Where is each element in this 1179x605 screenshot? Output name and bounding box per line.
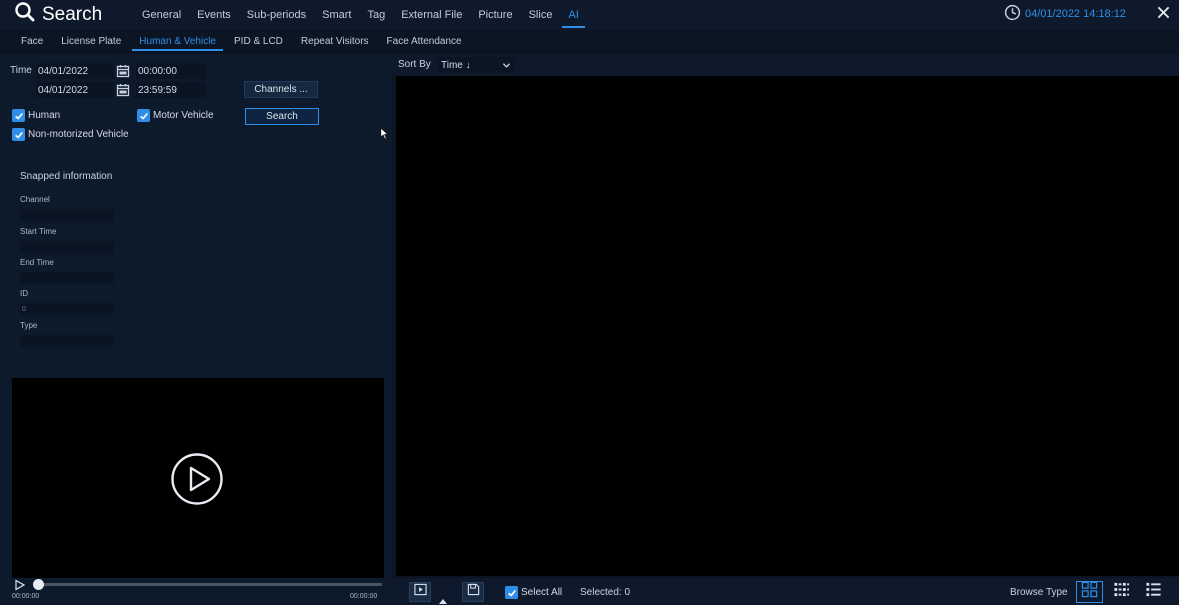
non-motorized-label: Non-motorized Vehicle: [28, 129, 129, 140]
video-play-icon: [413, 583, 427, 601]
backup-button[interactable]: [462, 582, 484, 602]
end-calendar-icon[interactable]: [116, 83, 130, 97]
browse-detail-button[interactable]: [1109, 581, 1133, 603]
snapped-info-title: Snapped information: [20, 171, 113, 182]
tab-ai[interactable]: AI: [560, 0, 586, 30]
playback-end-time: 00:00:00: [350, 593, 378, 600]
tab-sub-periods[interactable]: Sub-periods: [239, 0, 314, 30]
subtab-face[interactable]: Face: [12, 31, 52, 51]
select-all-label: Select All: [521, 587, 563, 598]
top-bar: Search General Events Sub-periods Smart …: [0, 0, 1179, 30]
end-time-label: End Time: [20, 258, 54, 267]
browse-list-button[interactable]: [1141, 581, 1165, 603]
playback-start-time: 00:00:00: [12, 593, 40, 600]
menu-triangle-icon[interactable]: [439, 591, 447, 605]
checkmark-icon: [12, 128, 25, 141]
tab-smart[interactable]: Smart: [314, 0, 359, 30]
video-preview[interactable]: [12, 378, 384, 578]
browse-type-label: Browse Type: [1010, 587, 1068, 598]
results-area: [396, 76, 1179, 576]
list-view-icon: [1145, 581, 1162, 603]
end-time-field[interactable]: 23:59:59: [136, 82, 206, 98]
clock-icon: [1004, 4, 1021, 24]
start-time-value: [20, 241, 114, 253]
tab-slice[interactable]: Slice: [521, 0, 561, 30]
close-icon: [1157, 6, 1170, 24]
id-label: ID: [20, 289, 28, 298]
playback-button[interactable]: [409, 582, 431, 602]
bottom-toolbar: Select All Selected: 0 Browse Type: [392, 578, 1179, 605]
play-circle-icon[interactable]: [170, 452, 224, 506]
motor-vehicle-label: Motor Vehicle: [153, 110, 214, 121]
end-date-field[interactable]: 04/01/2022: [36, 82, 114, 98]
tab-external-file[interactable]: External File: [393, 0, 470, 30]
close-button[interactable]: [1154, 6, 1172, 24]
grid-view-icon: [1081, 581, 1098, 603]
detail-view-icon: [1113, 581, 1130, 603]
channels-button[interactable]: Channels ...: [244, 81, 318, 98]
sub-tabs: Face License Plate Human & Vehicle PID &…: [0, 30, 1179, 52]
checkmark-icon: [12, 109, 25, 122]
clock-datetime: 04/01/2022 14:18:12: [1025, 8, 1126, 20]
tab-general[interactable]: General: [134, 0, 189, 30]
start-time-label: Start Time: [20, 227, 57, 236]
app-title-text: Search: [42, 4, 103, 25]
sort-select[interactable]: Time ↓: [437, 57, 515, 73]
play-icon[interactable]: [14, 578, 26, 591]
start-time-field[interactable]: 00:00:00: [136, 63, 206, 79]
browse-grid-button[interactable]: [1076, 581, 1103, 603]
checkmark-icon: [505, 586, 518, 599]
timeline-knob[interactable]: [33, 579, 44, 590]
human-checkbox[interactable]: Human: [12, 109, 60, 122]
human-label: Human: [28, 110, 61, 121]
subtab-repeat-visitors[interactable]: Repeat Visitors: [292, 31, 378, 51]
subtab-license-plate[interactable]: License Plate: [52, 31, 130, 51]
type-value: [20, 335, 114, 347]
search-button[interactable]: Search: [245, 108, 319, 125]
main-tabs: General Events Sub-periods Smart Tag Ext…: [134, 0, 587, 30]
sort-value: Time ↓: [441, 59, 471, 71]
subtab-human-vehicle[interactable]: Human & Vehicle: [130, 31, 225, 51]
selected-count: Selected: 0: [580, 587, 631, 598]
id-value: 0: [20, 303, 114, 315]
motor-vehicle-checkbox[interactable]: Motor Vehicle: [137, 109, 214, 122]
channel-label: Channel: [20, 195, 50, 204]
end-time-value: [20, 272, 114, 284]
select-all-checkbox[interactable]: Select All: [505, 586, 562, 599]
sort-label: Sort By: [398, 59, 431, 70]
channel-value: [20, 209, 114, 221]
search-icon: [14, 1, 36, 29]
tab-events[interactable]: Events: [189, 0, 239, 30]
playback-timeline[interactable]: [38, 583, 382, 586]
mouse-cursor-icon: [380, 127, 390, 141]
time-label: Time: [10, 65, 32, 76]
non-motorized-checkbox[interactable]: Non-motorized Vehicle: [12, 128, 129, 141]
search-panel: Time 04/01/2022 00:00:00 04/01/2022 23:5…: [0, 54, 392, 605]
start-calendar-icon[interactable]: [116, 64, 130, 78]
tab-tag[interactable]: Tag: [359, 0, 393, 30]
system-clock: 04/01/2022 14:18:12: [1004, 4, 1126, 24]
subtab-face-attendance[interactable]: Face Attendance: [378, 31, 471, 51]
type-label: Type: [20, 321, 38, 330]
tab-picture[interactable]: Picture: [470, 0, 520, 30]
start-date-field[interactable]: 04/01/2022: [36, 63, 114, 79]
checkmark-icon: [137, 109, 150, 122]
app-title: Search: [14, 2, 102, 28]
save-icon: [467, 583, 480, 601]
subtab-pid-lcd[interactable]: PID & LCD: [225, 31, 292, 51]
